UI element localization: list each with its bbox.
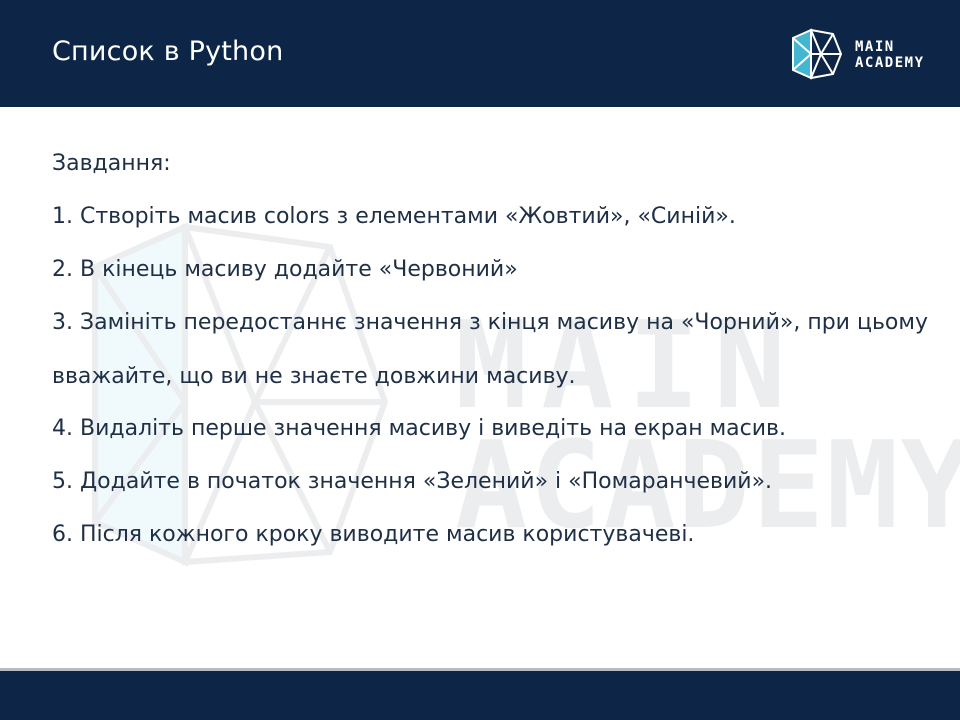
slide-title: Список в Python	[52, 36, 284, 67]
logo-wordmark: MAIN ACADEMY	[855, 39, 925, 71]
logo-line-academy: ACADEMY	[855, 55, 925, 71]
task-item-5: 5. Додайте в початок значення «Зелений» …	[52, 469, 773, 494]
task-item-1: 1. Створіть масив colors з елементами «Ж…	[52, 204, 736, 229]
task-list: Завдання: 1. Створіть масив colors з еле…	[52, 147, 932, 571]
task-item-3: 3. Замініть передостаннє значення з кінц…	[52, 310, 928, 389]
main-academy-logo: MAIN ACADEMY	[787, 26, 937, 82]
task-item-2: 2. В кінець масиву додайте «Червоний»	[52, 257, 518, 282]
slide-header: Список в Python MAIN ACADEMY	[0, 0, 960, 107]
task-heading: Завдання:	[52, 151, 171, 176]
task-item-4: 4. Видаліть перше значення масиву і виве…	[52, 416, 787, 441]
main-academy-logo-icon	[792, 28, 843, 80]
logo-line-main: MAIN	[855, 39, 895, 55]
task-item-6: 6. Після кожного кроку виводите масив ко…	[52, 522, 695, 547]
slide-footer	[0, 671, 960, 720]
slide-body: MAIN ACADEMY Завдання: 1. Створіть масив…	[0, 107, 960, 668]
